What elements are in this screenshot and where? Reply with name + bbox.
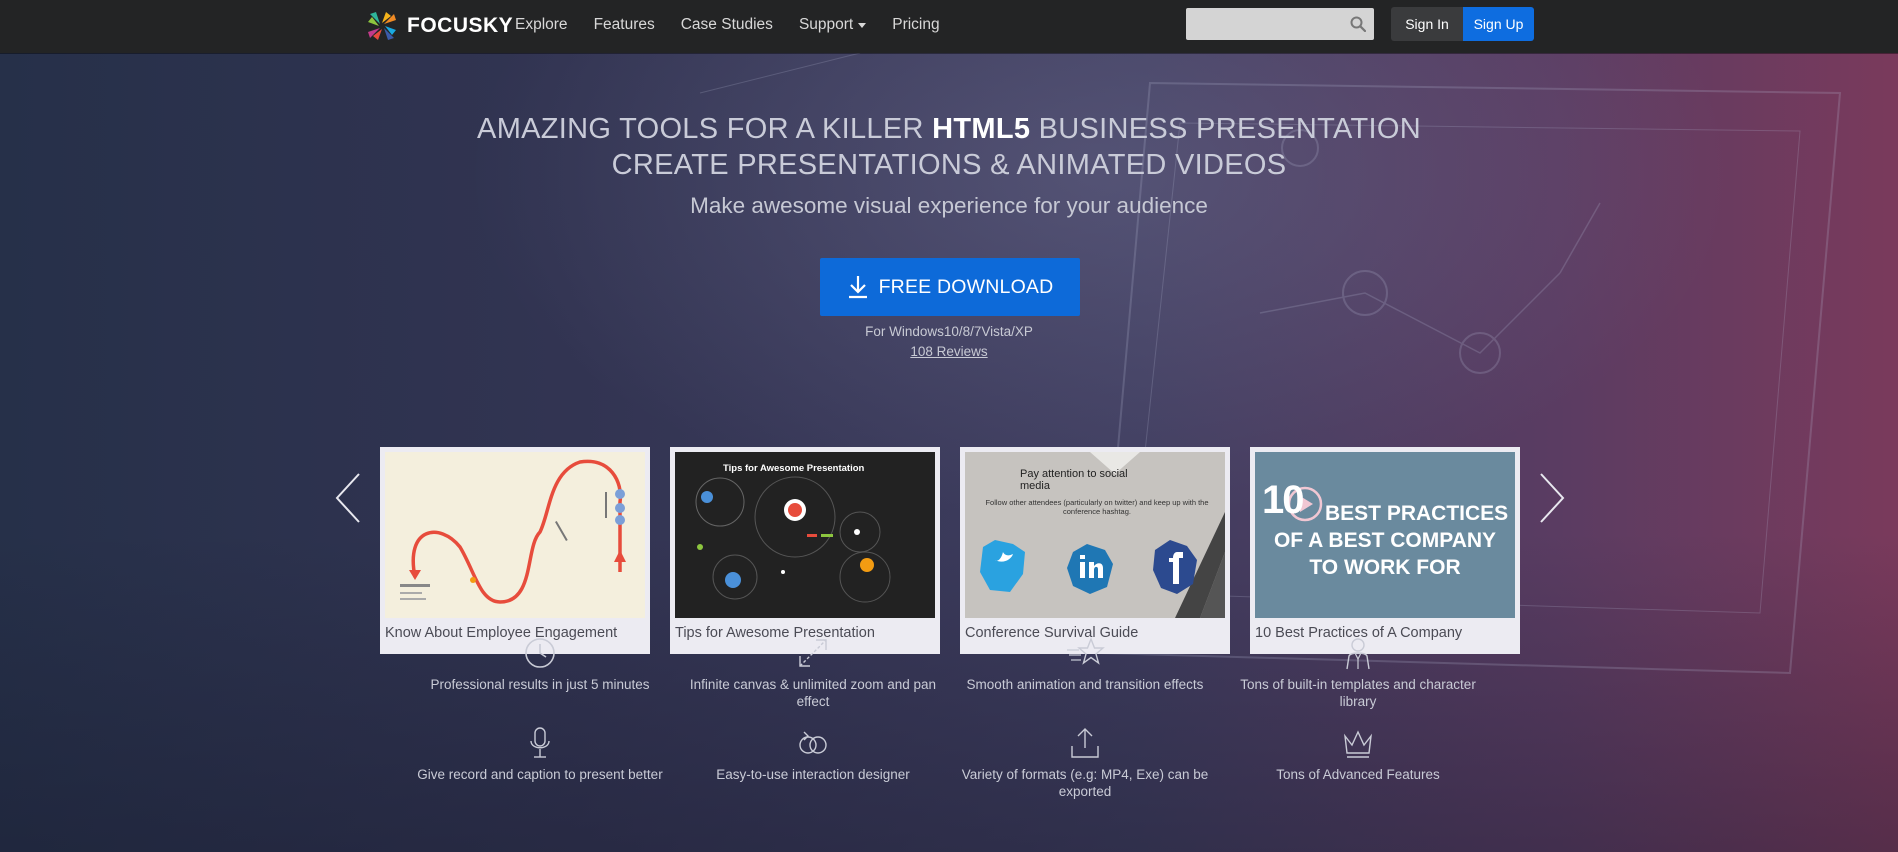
top-navigation-bar: FOCUSKY Explore Features Case Studies Su… xyxy=(0,0,1898,53)
card-thumbnail: Pay attention to social media Follow oth… xyxy=(965,452,1225,618)
carousel-card-conference-guide[interactable]: Pay attention to social media Follow oth… xyxy=(960,447,1230,654)
search-box xyxy=(1186,8,1374,40)
export-icon xyxy=(1071,728,1099,758)
carousel-next-arrow-icon[interactable] xyxy=(1537,470,1567,526)
nav-link-explore[interactable]: Explore xyxy=(515,16,568,34)
hero-tagline: Make awesome visual experience for your … xyxy=(690,193,1208,218)
feature-text: Infinite canvas & unlimited zoom and pan… xyxy=(689,677,937,709)
employee-engagement-illustration xyxy=(400,459,626,604)
thumb-number: 10 xyxy=(1262,478,1304,522)
feature-item: Smooth animation and transition effects xyxy=(955,636,1215,693)
free-download-button[interactable]: FREE DOWNLOAD xyxy=(820,258,1080,316)
reviews-link-container: 108 Reviews xyxy=(0,344,1898,359)
download-icon xyxy=(848,276,867,299)
thumb-line3: TO WORK FOR xyxy=(1309,556,1461,579)
thumb-line2: OF A BEST COMPANY xyxy=(1273,529,1497,552)
search-icon[interactable] xyxy=(1350,16,1366,32)
feature-text: Tons of Advanced Features xyxy=(1276,767,1440,782)
nav-links: Explore Features Case Studies Support Pr… xyxy=(515,0,966,50)
feature-item: Easy-to-use interaction designer xyxy=(683,726,943,783)
carousel-card-tips-presentation[interactable]: Tips for Awesome Presentation Tips for A… xyxy=(670,447,940,654)
feature-text: Tons of built-in templates and character… xyxy=(1240,677,1476,709)
carousel-card-employee-engagement[interactable]: Know About Employee Engagement xyxy=(380,447,650,654)
feature-text: Give record and caption to present bette… xyxy=(417,767,663,782)
nav-link-support[interactable]: Support xyxy=(798,16,867,34)
star-motion-icon xyxy=(1067,637,1105,665)
focusky-logo[interactable]: FOCUSKY xyxy=(364,8,513,44)
hero-headline: AMAZING TOOLS FOR A KILLER HTML5 BUSINES… xyxy=(0,113,1898,146)
feature-text: Professional results in just 5 minutes xyxy=(430,677,650,692)
feature-item: Give record and caption to present bette… xyxy=(410,726,670,783)
nav-link-pricing[interactable]: Pricing xyxy=(892,16,939,34)
hero-headline-strong: HTML5 xyxy=(932,113,1031,145)
reviews-link[interactable]: 108 Reviews xyxy=(910,344,987,359)
zoom-expand-icon xyxy=(799,639,827,667)
search-input[interactable] xyxy=(1186,8,1374,40)
hero-headline-suffix: BUSINESS PRESENTATION xyxy=(1030,113,1421,145)
free-download-label: FREE DOWNLOAD xyxy=(878,275,1054,298)
hero-section: AMAZING TOOLS FOR A KILLER HTML5 BUSINES… xyxy=(0,53,1898,852)
feature-item: Infinite canvas & unlimited zoom and pan… xyxy=(683,636,943,710)
thumb-text: Follow other attendees (particularly on … xyxy=(985,498,1209,516)
thumb-heading: Pay attention to social media xyxy=(1020,468,1128,492)
feature-text: Smooth animation and transition effects xyxy=(966,677,1204,692)
card-thumbnail xyxy=(385,452,645,618)
carousel-card-best-practices[interactable]: 10 BEST PRACTICES OF A BEST COMPANY TO W… xyxy=(1250,447,1520,654)
thumb-line1: BEST PRACTICES xyxy=(1325,502,1509,525)
clock-icon xyxy=(525,638,555,668)
feature-text: Easy-to-use interaction designer xyxy=(716,767,910,782)
feature-item: Tons of built-in templates and character… xyxy=(1228,636,1488,710)
feature-text: Variety of formats (e.g: MP4, Exe) can b… xyxy=(961,767,1209,799)
hero-subheadline: CREATE PRESENTATIONS & ANIMATED VIDEOS xyxy=(611,149,1287,181)
interaction-icon xyxy=(799,731,827,754)
feature-item: Variety of formats (e.g: MP4, Exe) can b… xyxy=(955,726,1215,800)
hero-headline-prefix: AMAZING TOOLS FOR A KILLER xyxy=(477,113,933,145)
logo-text: FOCUSKY xyxy=(407,14,514,37)
nav-link-support-label: Support xyxy=(798,16,854,33)
tips-presentation-illustration xyxy=(675,452,935,618)
card-thumbnail: 10 BEST PRACTICES OF A BEST COMPANY TO W… xyxy=(1255,452,1515,618)
caret-down-icon xyxy=(858,23,867,28)
os-compatibility-text: For Windows10/8/7Vista/XP xyxy=(865,324,1033,339)
card-thumbnail: Tips for Awesome Presentation xyxy=(675,452,935,618)
sign-in-button[interactable]: Sign In xyxy=(1391,7,1463,41)
character-icon xyxy=(1346,638,1370,670)
carousel-prev-arrow-icon[interactable] xyxy=(333,470,363,526)
feature-item: Tons of Advanced Features xyxy=(1228,726,1488,783)
feature-item: Professional results in just 5 minutes xyxy=(410,636,670,693)
focusky-logo-icon xyxy=(368,12,396,40)
sign-up-button[interactable]: Sign Up xyxy=(1463,7,1534,41)
crown-icon xyxy=(1344,730,1372,758)
nav-link-features[interactable]: Features xyxy=(594,16,655,34)
thumb-title: Tips for Awesome Presentation xyxy=(723,463,865,474)
nav-link-case-studies[interactable]: Case Studies xyxy=(681,16,773,34)
microphone-icon xyxy=(530,727,550,758)
